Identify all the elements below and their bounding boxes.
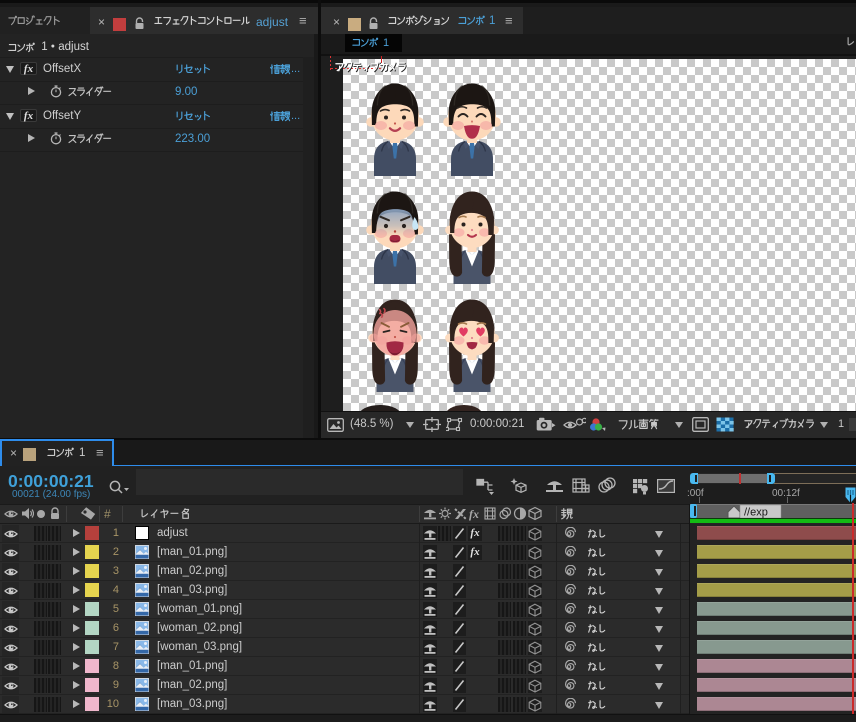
svg-text://exp: //exp <box>744 507 768 519</box>
svg-text:fx: fx <box>469 507 479 521</box>
